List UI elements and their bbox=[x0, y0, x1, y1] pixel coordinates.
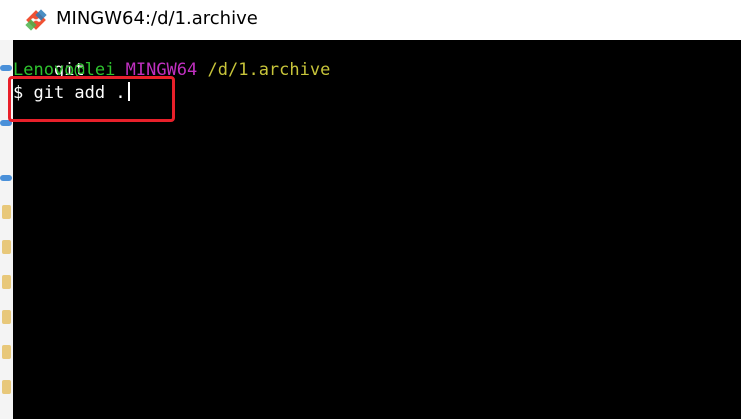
highlight-annotation bbox=[8, 76, 175, 122]
folder-icon bbox=[2, 310, 11, 324]
blue-arrow-icon bbox=[0, 175, 12, 181]
window-title: MINGW64:/d/1.archive bbox=[56, 8, 258, 29]
folder-icon bbox=[2, 380, 11, 394]
folder-icon bbox=[2, 205, 11, 219]
title-bar[interactable]: MINGW64:/d/1.archive bbox=[0, 0, 741, 40]
folder-icon bbox=[2, 275, 11, 289]
terminal-window: MINGW64:/d/1.archive git Lenovo@lei MING… bbox=[0, 0, 741, 419]
git-icon bbox=[25, 9, 47, 31]
folder-icon bbox=[2, 240, 11, 254]
blue-arrow-icon bbox=[0, 65, 12, 71]
prompt-path: /d/1.archive bbox=[207, 60, 331, 80]
folder-icon bbox=[2, 345, 11, 359]
